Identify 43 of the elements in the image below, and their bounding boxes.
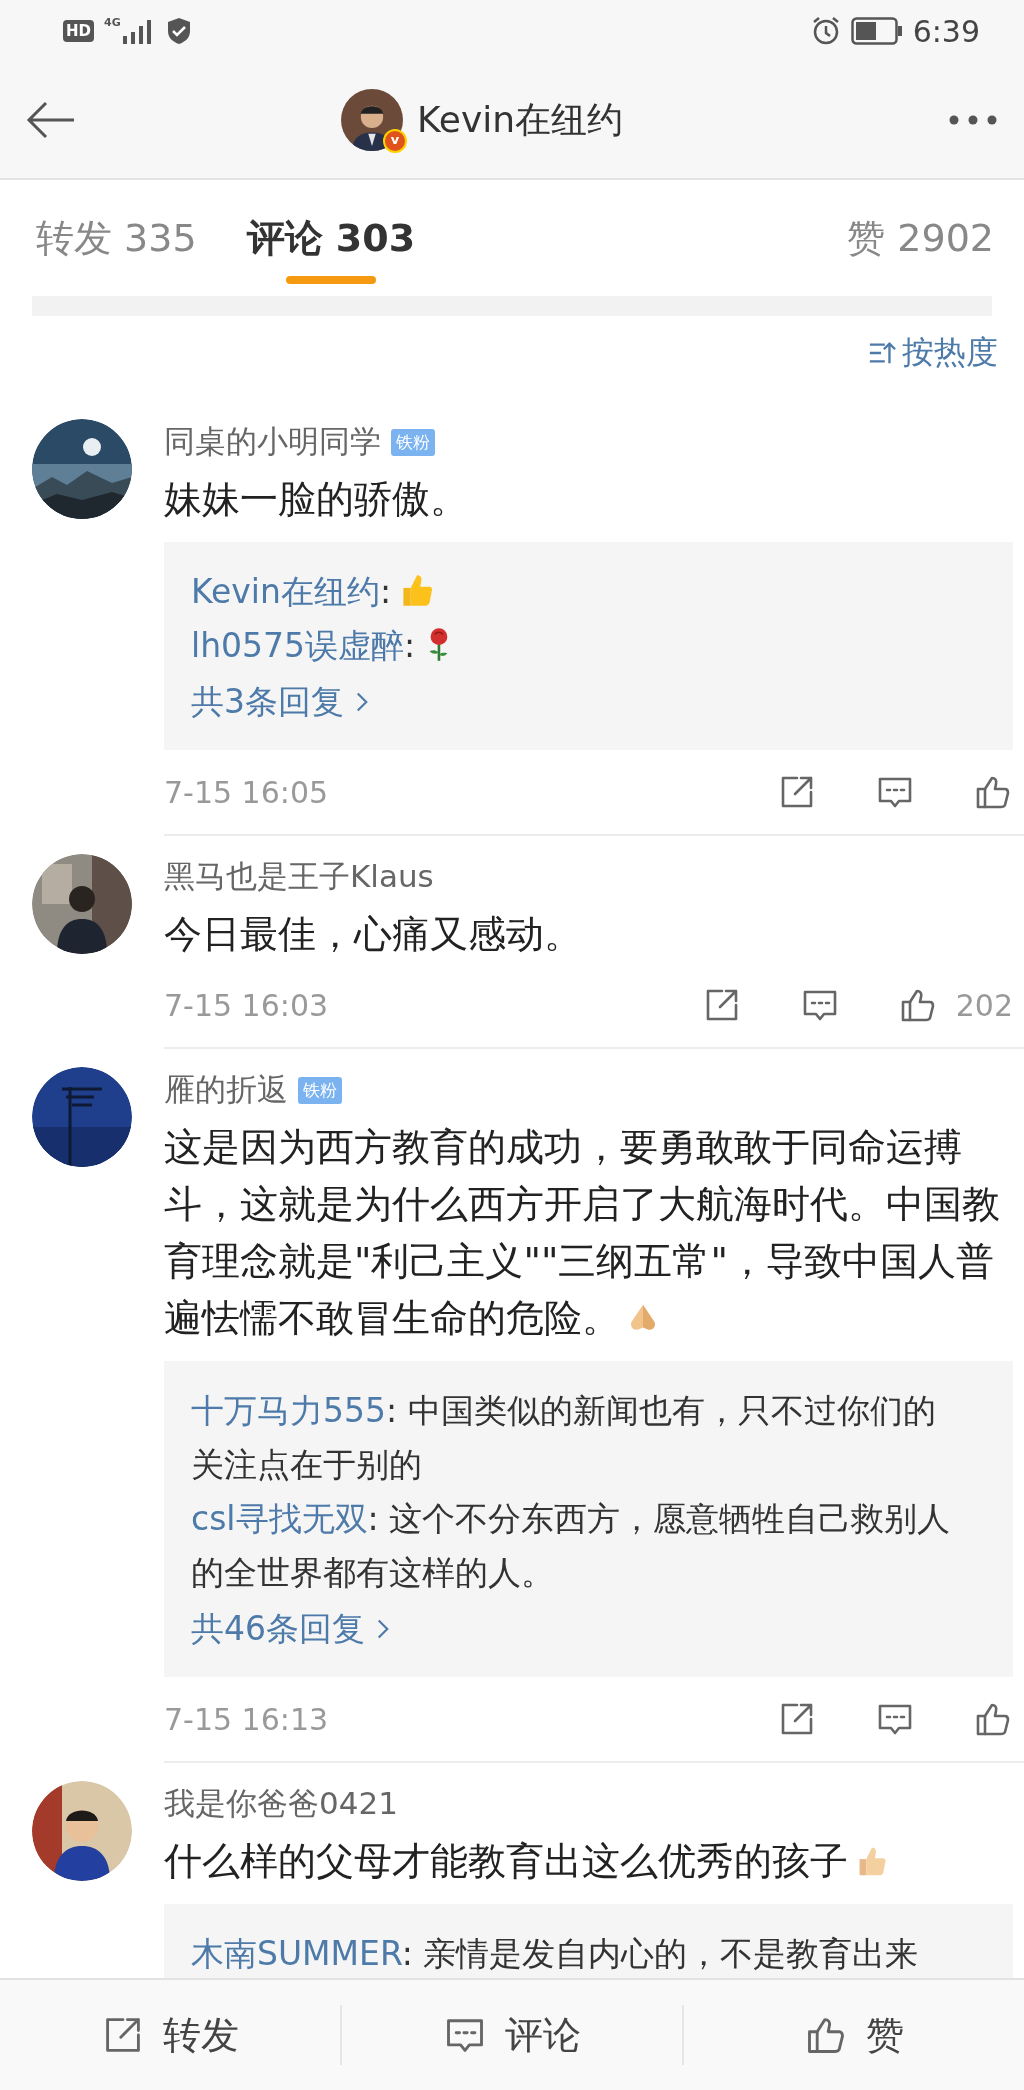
back-icon[interactable] xyxy=(26,100,76,140)
tab[interactable]: 评论 303 xyxy=(246,192,416,284)
chevron-icon xyxy=(377,1618,389,1640)
reply-text: csl寻找无双: 这个不分东西方，愿意牺牲自己救别人的全世界都有这样的人。 xyxy=(191,1498,952,1594)
shield-icon xyxy=(166,17,191,45)
comment-time: 7-15 16:13 xyxy=(164,1701,329,1737)
comment-text: 妹妹一脸的骄傲。 xyxy=(164,476,469,523)
battery-icon xyxy=(850,17,903,45)
user-link[interactable]: Kevin在纽约 xyxy=(191,572,380,611)
user-name[interactable]: 我是你爸爸0421 xyxy=(164,1783,398,1825)
comment-text: 什么样的父母才能教育出这么优秀的孩子 xyxy=(164,1833,1013,1890)
user-link[interactable]: 十万马力555 xyxy=(191,1391,386,1430)
chevron-icon xyxy=(356,691,368,713)
reply-text: Kevin在纽约: xyxy=(191,565,957,619)
more-replies-link[interactable]: 共46条回复 xyxy=(191,1600,389,1658)
network-type: 4G xyxy=(104,16,121,29)
fan-badge: 铁粉 xyxy=(391,428,435,456)
share-button[interactable]: 转发 xyxy=(93,2005,247,2065)
status-time: 6:39 xyxy=(912,13,980,49)
comment-time: 7-15 16:05 xyxy=(164,774,329,810)
reply-text: 十万马力555: 中国类似的新闻也有，只不过你们的关注点在于别的 xyxy=(191,1390,937,1486)
user-name[interactable]: 黑马也是王子Klaus xyxy=(164,856,434,898)
user-link[interactable]: lh0575误虚醉 xyxy=(191,626,405,665)
hd-indicator: HD xyxy=(63,20,94,42)
reply-text: 木南SUMMER: 亲情是发自内心的，不是教育出来 xyxy=(191,1933,920,1975)
like-button[interactable]: 赞 xyxy=(796,2005,912,2065)
like-count: 202 xyxy=(955,987,1013,1023)
comment-text: 这是因为西方教育的成功，要勇敢敢于同命运搏斗，这就是为什么西方开启了大航海时代。中国教育理念就是"利己主义""三纲五常"，导致中国人普遍怯懦不敢冒生命的危险。 xyxy=(164,1124,1001,1342)
tab[interactable]: 转发 335 xyxy=(36,192,197,284)
user-name[interactable]: 同桌的小明同学 xyxy=(164,421,381,463)
more-replies-link[interactable]: 共3条回复 xyxy=(191,673,368,731)
comment-time: 7-15 16:03 xyxy=(164,987,329,1023)
user-name[interactable]: 雁的折返 xyxy=(164,1069,288,1111)
user-link[interactable]: csl寻找无双 xyxy=(191,1499,368,1538)
sort-button[interactable]: 按热度 xyxy=(868,331,998,375)
comment-button[interactable]: 评论 xyxy=(435,2005,589,2065)
more-icon[interactable] xyxy=(948,114,998,126)
page-title: Kevin在纽约 xyxy=(416,97,624,142)
reply-text: lh0575误虚醉: xyxy=(191,619,957,673)
fan-badge: 铁粉 xyxy=(298,1076,342,1104)
tab[interactable]: 赞 2902 xyxy=(847,192,994,284)
comment-text: 今日最佳，心痛又感动。 xyxy=(164,911,583,958)
user-link[interactable]: 木南SUMMER xyxy=(191,1934,402,1973)
